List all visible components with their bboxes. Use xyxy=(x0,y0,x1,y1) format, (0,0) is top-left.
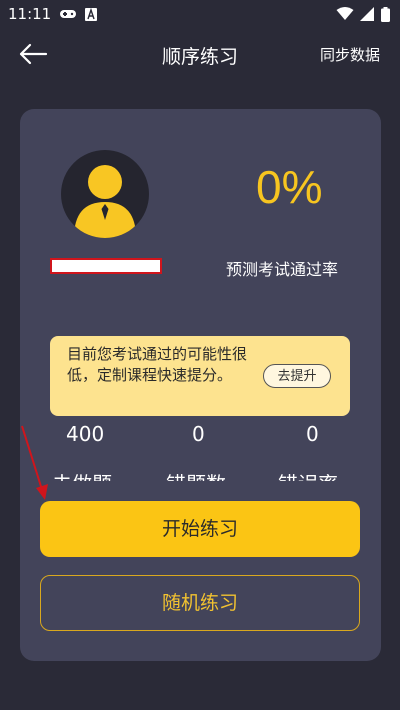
back-arrow-icon[interactable] xyxy=(18,42,48,66)
stat-value-wrong: 0 xyxy=(192,422,205,446)
status-bar: 11:11 xyxy=(0,0,400,28)
gamepad-icon xyxy=(60,10,77,18)
font-notification-icon xyxy=(85,7,98,21)
sync-data-button[interactable]: 同步数据 xyxy=(320,44,380,65)
battery-icon xyxy=(381,6,390,22)
improve-tip-popup: 目前您考试通过的可能性很低，定制课程快速提分。 去提升 xyxy=(50,336,350,416)
stat-label-undone: 未做题 xyxy=(52,468,112,481)
status-left: 11:11 xyxy=(8,5,98,23)
wifi-icon xyxy=(336,7,354,20)
signal-icon xyxy=(360,7,374,21)
stat-value-error-rate: 0 xyxy=(306,422,319,446)
username-redacted xyxy=(50,258,162,274)
tip-text: 目前您考试通过的可能性很低，定制课程快速提分。 xyxy=(67,345,248,384)
stat-value-undone: 400 xyxy=(66,422,105,446)
status-time: 11:11 xyxy=(8,5,52,23)
stat-label-error-rate: 错误率 xyxy=(278,468,338,481)
bottom-nav-area xyxy=(0,700,400,710)
annotation-arrow-icon xyxy=(21,425,48,500)
pass-rate-value: 0% xyxy=(256,161,323,213)
stat-labels: 未做题 错题数 错误率 xyxy=(20,462,381,481)
start-practice-button[interactable]: 开始练习 xyxy=(40,501,360,557)
user-icon xyxy=(74,165,136,238)
random-practice-button[interactable]: 随机练习 xyxy=(40,575,360,631)
pass-rate-label: 预测考试通过率 xyxy=(226,260,339,279)
stat-label-wrong: 错题数 xyxy=(166,468,226,481)
improve-button[interactable]: 去提升 xyxy=(263,364,331,388)
status-right xyxy=(336,6,390,22)
app-bar: 顺序练习 同步数据 xyxy=(0,28,400,82)
avatar xyxy=(61,150,149,238)
